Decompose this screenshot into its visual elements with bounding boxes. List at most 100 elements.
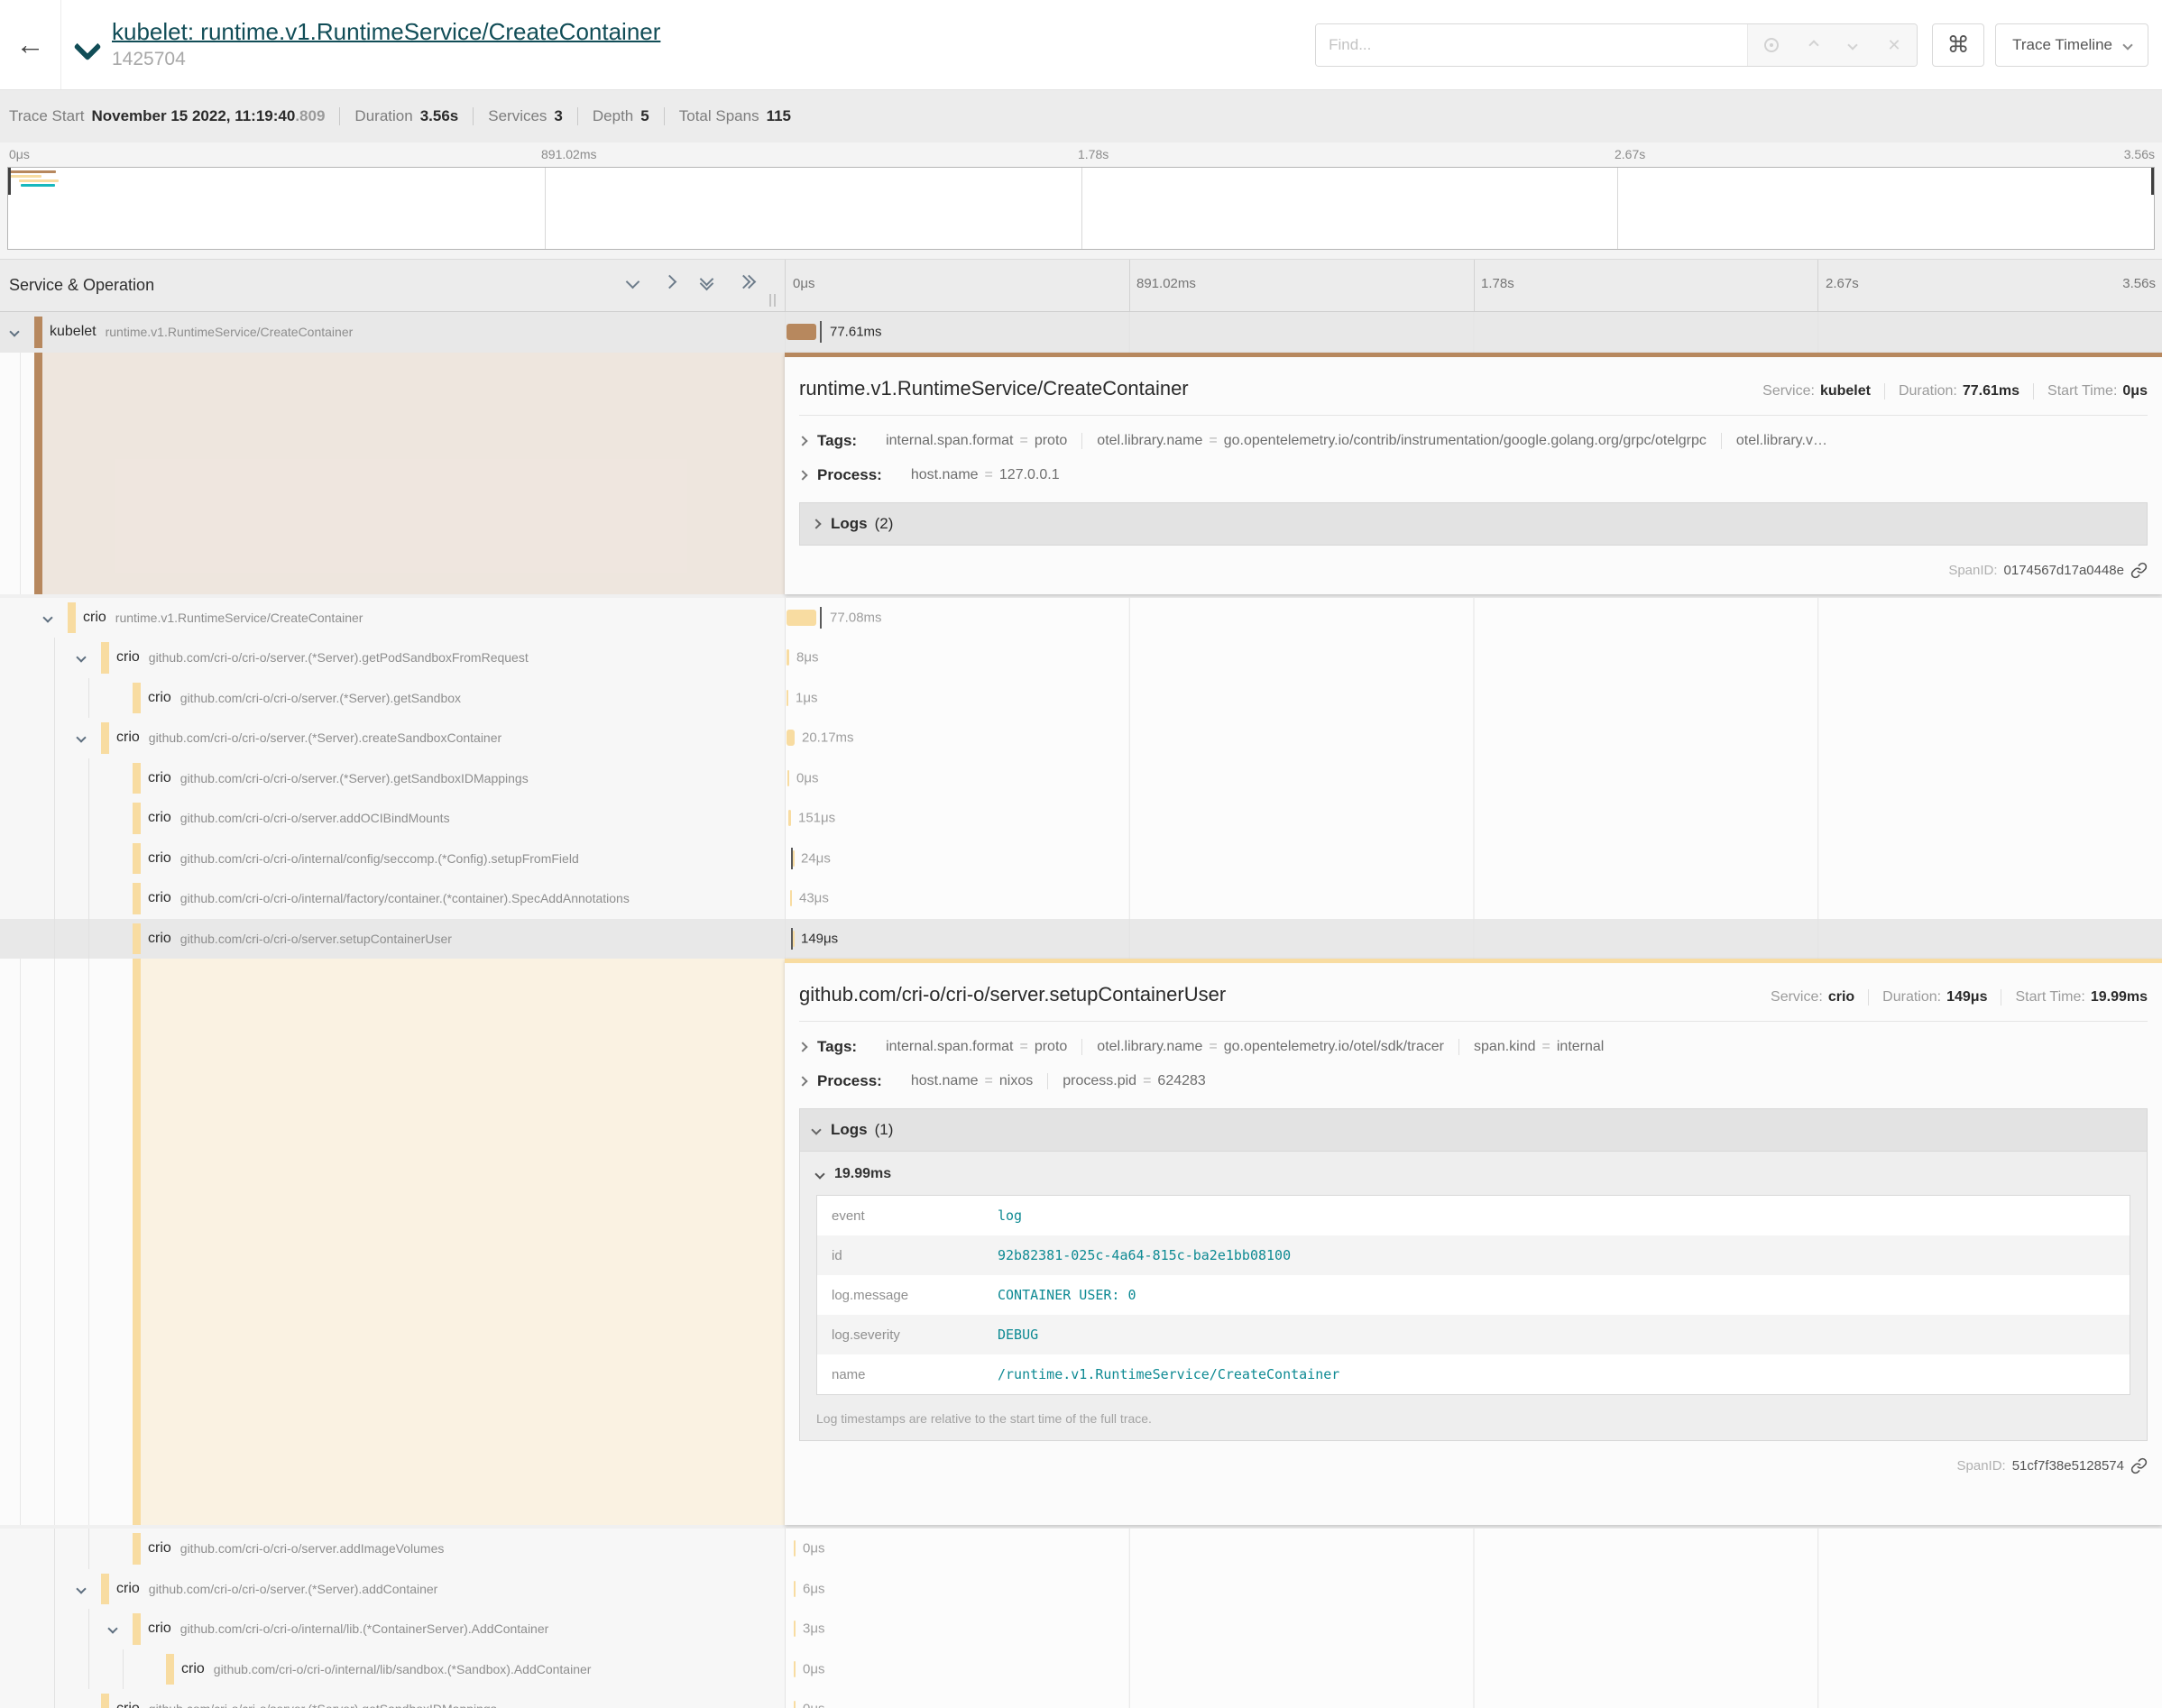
- span-duration-bar[interactable]: [790, 890, 792, 906]
- log-field-row: log.severity DEBUG: [817, 1315, 2130, 1354]
- span-bar-cell[interactable]: 77.08ms: [785, 598, 2162, 638]
- span-row[interactable]: crio runtime.v1.RuntimeService/CreateCon…: [0, 598, 2162, 638]
- span-bar-cell[interactable]: 0μs: [785, 758, 2162, 799]
- service-color-bar: [166, 1654, 174, 1685]
- span-duration-bar[interactable]: [794, 1540, 796, 1556]
- tags-accordion[interactable]: Tags: internal.span.format=proto otel.li…: [799, 1038, 2148, 1056]
- process-accordion[interactable]: Process: host.name=127.0.0.1: [799, 466, 2148, 484]
- next-match-chevron-down-icon[interactable]: [1847, 40, 1857, 50]
- span-duration-bar[interactable]: [794, 1701, 796, 1708]
- span-name-cell: crio github.com/cri-o/cri-o/server.(*Ser…: [0, 1569, 785, 1610]
- keyboard-shortcuts-button[interactable]: ⌘: [1932, 23, 1984, 67]
- span-children-chevron-down-icon[interactable]: [44, 610, 51, 626]
- span-duration-bar[interactable]: [787, 649, 789, 666]
- span-row[interactable]: crio github.com/cri-o/cri-o/internal/con…: [0, 839, 2162, 879]
- trace-header-collapse-toggle[interactable]: [78, 37, 97, 61]
- tags-accordion[interactable]: Tags: internal.span.format=proto otel.li…: [799, 432, 2148, 450]
- indent-guide: [54, 798, 55, 839]
- span-bar-cell[interactable]: 149μs: [785, 919, 2162, 960]
- span-row[interactable]: crio github.com/cri-o/cri-o/server.(*Ser…: [0, 718, 2162, 758]
- span-bar-cell[interactable]: 1μs: [785, 678, 2162, 719]
- span-duration-bar[interactable]: [794, 1661, 796, 1677]
- span-row[interactable]: crio github.com/cri-o/cri-o/internal/lib…: [0, 1649, 2162, 1690]
- copy-link-icon[interactable]: [2130, 562, 2148, 579]
- span-name-cell: crio github.com/cri-o/cri-o/internal/fac…: [0, 878, 785, 919]
- copy-link-icon[interactable]: [2130, 1457, 2148, 1474]
- span-children-chevron-down-icon[interactable]: [78, 1581, 85, 1597]
- focus-match-icon[interactable]: [1764, 38, 1779, 52]
- clear-search-icon[interactable]: ✕: [1888, 37, 1901, 53]
- span-bar-cell[interactable]: 77.61ms: [785, 312, 2162, 353]
- minimap-canvas[interactable]: [7, 167, 2155, 250]
- trace-summary-bar: Trace Start November 15 2022, 11:19:40.8…: [0, 90, 2162, 142]
- span-children-chevron-down-icon[interactable]: [78, 649, 85, 666]
- span-bar-cell[interactable]: 6μs: [785, 1569, 2162, 1610]
- span-bar-cell[interactable]: 0μs: [785, 1689, 2162, 1708]
- span-row[interactable]: kubelet runtime.v1.RuntimeService/Create…: [0, 312, 2162, 353]
- span-duration-bar[interactable]: [794, 1621, 796, 1637]
- span-duration-bar[interactable]: [787, 324, 816, 340]
- span-duration-bar[interactable]: [787, 610, 816, 626]
- trace-title-block: kubelet: runtime.v1.RuntimeService/Creat…: [112, 19, 660, 70]
- spanid-row: SpanID: 0174567d17a0448e: [799, 562, 2148, 579]
- span-duration-bar[interactable]: [793, 850, 795, 867]
- span-row[interactable]: crio github.com/cri-o/cri-o/server.(*Ser…: [0, 1689, 2162, 1708]
- span-row[interactable]: crio github.com/cri-o/cri-o/server.(*Ser…: [0, 1569, 2162, 1610]
- chevron-right-icon: [811, 519, 821, 528]
- indent-guide: [123, 1649, 124, 1690]
- span-duration-bar[interactable]: [787, 770, 789, 786]
- span-bar-cell[interactable]: 0μs: [785, 1649, 2162, 1690]
- find-input[interactable]: [1316, 24, 1747, 66]
- back-button[interactable]: ←: [0, 0, 61, 89]
- logs-accordion[interactable]: Logs (2): [799, 502, 2148, 546]
- span-bar-cell[interactable]: 8μs: [785, 638, 2162, 678]
- span-row[interactable]: crio github.com/cri-o/cri-o/server.(*Ser…: [0, 678, 2162, 719]
- process-label: Process:: [817, 1072, 882, 1090]
- service-operation-header: Service & Operation: [0, 260, 785, 311]
- collapse-all-double-chevron-down-icon[interactable]: [702, 274, 712, 289]
- starttime-meta-value: 19.99ms: [2091, 989, 2148, 1006]
- span-duration-bar[interactable]: [794, 1581, 796, 1597]
- span-bar-cell[interactable]: 0μs: [785, 1529, 2162, 1569]
- collapse-one-chevron-down-icon[interactable]: [628, 277, 638, 287]
- span-row[interactable]: crio github.com/cri-o/cri-o/server.(*Ser…: [0, 758, 2162, 799]
- span-bar-cell[interactable]: 24μs: [785, 839, 2162, 879]
- span-duration-bar[interactable]: [787, 690, 788, 706]
- span-bar-cell[interactable]: 151μs: [785, 798, 2162, 839]
- span-children-chevron-down-icon[interactable]: [109, 1621, 116, 1637]
- trace-title-link[interactable]: kubelet: runtime.v1.RuntimeService/Creat…: [112, 19, 660, 46]
- span-row[interactable]: crio github.com/cri-o/cri-o/internal/lib…: [0, 1609, 2162, 1649]
- span-bar-cell[interactable]: 3μs: [785, 1609, 2162, 1649]
- span-duration-bar[interactable]: [793, 931, 795, 947]
- span-labels: crio github.com/cri-o/cri-o/server.(*Ser…: [116, 1689, 785, 1708]
- trace-view-dropdown[interactable]: Trace Timeline: [1995, 23, 2148, 67]
- log-entry-toggle[interactable]: 19.99ms: [816, 1166, 2130, 1182]
- span-labels: crio github.com/cri-o/cri-o/server.(*Ser…: [148, 678, 785, 719]
- span-bar-cell[interactable]: 43μs: [785, 878, 2162, 919]
- span-bar-cell[interactable]: 20.17ms: [785, 718, 2162, 758]
- expand-one-chevron-right-icon[interactable]: [665, 277, 675, 287]
- span-duration-label: 0μs: [796, 770, 819, 785]
- service-name: crio: [148, 931, 171, 947]
- process-accordion[interactable]: Process: host.name=nixos process.pid=624…: [799, 1072, 2148, 1090]
- span-duration-label: 24μs: [801, 850, 831, 866]
- column-resize-grip[interactable]: [769, 294, 776, 307]
- minimap-scrubber-left[interactable]: [8, 168, 11, 195]
- span-duration-bar[interactable]: [788, 810, 791, 826]
- expand-all-double-chevron-right-icon[interactable]: [739, 277, 754, 287]
- minimap-scrubber-right[interactable]: [2151, 168, 2154, 195]
- span-duration-bar[interactable]: [787, 730, 795, 746]
- span-children-chevron-down-icon[interactable]: [11, 324, 18, 340]
- logs-accordion-expanded[interactable]: Logs (1): [799, 1108, 2148, 1152]
- span-row[interactable]: crio github.com/cri-o/cri-o/server.setup…: [0, 919, 2162, 960]
- span-row[interactable]: crio github.com/cri-o/cri-o/server.addIm…: [0, 1529, 2162, 1569]
- span-duration-label: 3μs: [803, 1621, 825, 1637]
- trace-id: 1425704: [112, 49, 660, 70]
- span-children-chevron-down-icon[interactable]: [78, 730, 85, 746]
- prev-match-chevron-up-icon[interactable]: [1808, 40, 1818, 50]
- span-row[interactable]: crio github.com/cri-o/cri-o/server.addOC…: [0, 798, 2162, 839]
- span-row[interactable]: crio github.com/cri-o/cri-o/internal/fac…: [0, 878, 2162, 919]
- span-row[interactable]: crio github.com/cri-o/cri-o/server.(*Ser…: [0, 638, 2162, 678]
- spanid-row: SpanID: 51cf7f38e5128574: [799, 1457, 2148, 1474]
- log-timestamps-note: Log timestamps are relative to the start…: [816, 1411, 2130, 1426]
